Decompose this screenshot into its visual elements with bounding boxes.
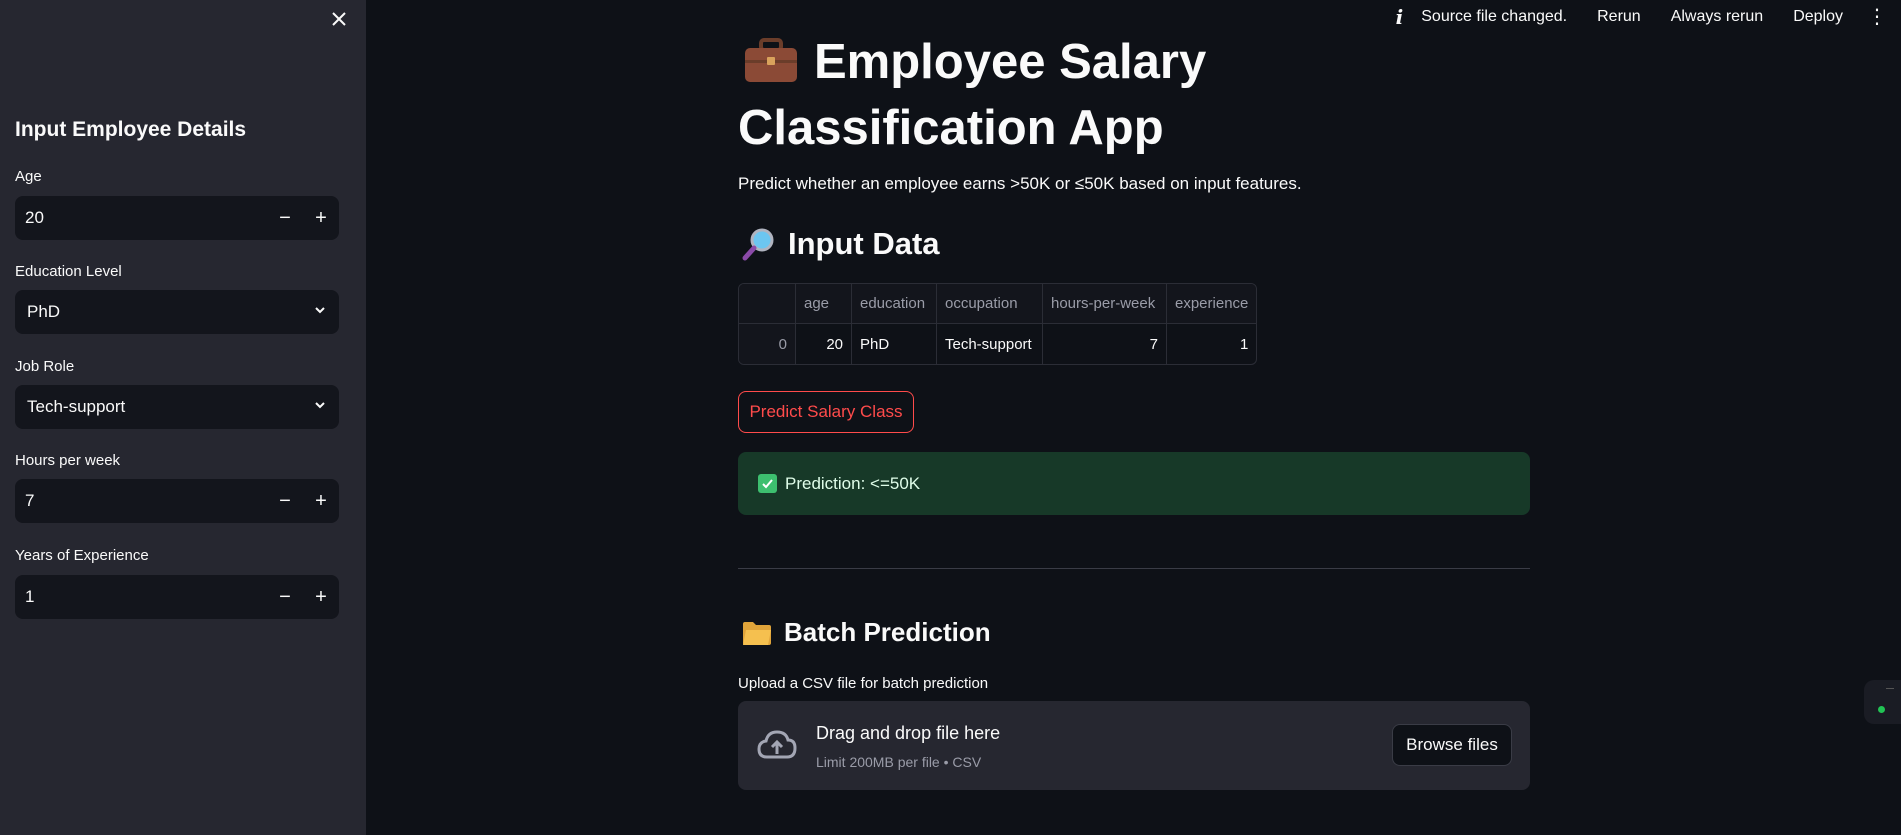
age-value[interactable]: 20 xyxy=(15,208,267,228)
prediction-result: Prediction: <=50K xyxy=(738,452,1530,515)
hours-decrement-button[interactable]: − xyxy=(267,479,303,523)
table-header-age[interactable]: age xyxy=(796,284,852,324)
source-changed-status: Source file changed. xyxy=(1421,8,1568,25)
page-subtitle: Predict whether an employee earns >50K o… xyxy=(738,174,1302,193)
briefcase-icon xyxy=(744,38,798,98)
top-toolbar: i Source file changed. Rerun Always reru… xyxy=(1396,0,1901,34)
info-icon: i xyxy=(1395,5,1404,29)
kebab-menu-icon[interactable]: ⋮ xyxy=(1867,7,1887,27)
age-decrement-button[interactable]: − xyxy=(267,196,303,240)
sidebar-title: Input Employee Details xyxy=(15,118,247,141)
age-label: Age xyxy=(15,168,42,185)
browse-files-button[interactable]: Browse files xyxy=(1392,724,1512,766)
input-data-heading: Input Data xyxy=(742,226,940,262)
deploy-button[interactable]: Deploy xyxy=(1793,8,1843,26)
education-value: PhD xyxy=(27,302,61,321)
job-role-value: Tech-support xyxy=(27,397,126,416)
magnifier-icon xyxy=(742,227,776,261)
input-data-table[interactable]: age education occupation hours-per-week … xyxy=(738,283,1258,365)
status-line xyxy=(1886,688,1894,689)
batch-prediction-heading-text: Batch Prediction xyxy=(784,617,991,647)
table-cell-education[interactable]: PhD xyxy=(852,324,937,364)
job-role-select[interactable]: Tech-support xyxy=(15,385,339,429)
running-status-dot xyxy=(1878,706,1885,713)
hours-increment-button[interactable]: + xyxy=(303,479,339,523)
table-cell-index[interactable]: 0 xyxy=(739,324,796,364)
page-title-text: Employee Salary Classification App xyxy=(738,35,1207,155)
check-icon xyxy=(758,474,777,493)
hours-input[interactable]: 7 − + xyxy=(15,479,339,523)
table-header-hours[interactable]: hours-per-week xyxy=(1043,284,1167,324)
prediction-text: Prediction: <=50K xyxy=(785,473,921,493)
experience-increment-button[interactable]: + xyxy=(303,575,339,619)
hours-value[interactable]: 7 xyxy=(15,491,267,511)
sidebar: Input Employee Details Age 20 − + Educat… xyxy=(0,0,366,835)
table-header-education[interactable]: education xyxy=(852,284,937,324)
experience-decrement-button[interactable]: − xyxy=(267,575,303,619)
close-icon[interactable] xyxy=(326,6,352,32)
table-cell-hours[interactable]: 7 xyxy=(1043,324,1167,364)
job-role-label: Job Role xyxy=(15,358,75,375)
app-status-widget[interactable] xyxy=(1864,680,1901,724)
chevron-down-icon xyxy=(313,302,327,322)
batch-prediction-heading: Batch Prediction xyxy=(742,617,991,648)
always-rerun-button[interactable]: Always rerun xyxy=(1671,8,1763,26)
table-cell-occupation[interactable]: Tech-support xyxy=(937,324,1043,364)
experience-input[interactable]: 1 − + xyxy=(15,575,339,619)
hours-label: Hours per week xyxy=(15,452,121,469)
dropzone-title: Drag and drop file here xyxy=(816,723,1001,743)
chevron-down-icon xyxy=(313,397,327,417)
divider xyxy=(738,568,1530,569)
table-cell-age[interactable]: 20 xyxy=(796,324,852,364)
education-select[interactable]: PhD xyxy=(15,290,339,334)
experience-value[interactable]: 1 xyxy=(15,587,267,607)
file-dropzone[interactable]: Drag and drop file here Limit 200MB per … xyxy=(738,701,1530,790)
table-header-experience[interactable]: experience xyxy=(1167,284,1257,324)
upload-label: Upload a CSV file for batch prediction xyxy=(738,675,989,692)
predict-salary-button[interactable]: Predict Salary Class xyxy=(738,391,914,433)
experience-label: Years of Experience xyxy=(15,547,149,564)
cloud-upload-icon xyxy=(756,727,798,768)
folder-icon xyxy=(742,620,772,646)
table-header-index[interactable] xyxy=(739,284,796,324)
education-label: Education Level xyxy=(15,263,122,280)
input-data-heading-text: Input Data xyxy=(788,226,940,261)
rerun-button[interactable]: Rerun xyxy=(1597,8,1641,26)
table-row: 0 20 PhD Tech-support 7 1 xyxy=(739,324,1256,364)
age-increment-button[interactable]: + xyxy=(303,196,339,240)
age-input[interactable]: 20 − + xyxy=(15,196,339,240)
dropzone-limit: Limit 200MB per file • CSV xyxy=(816,754,982,770)
page-title: Employee Salary Classification App xyxy=(738,32,1530,158)
table-header-occupation[interactable]: occupation xyxy=(937,284,1043,324)
table-cell-experience[interactable]: 1 xyxy=(1167,324,1256,364)
table-header-row: age education occupation hours-per-week … xyxy=(739,284,1257,324)
